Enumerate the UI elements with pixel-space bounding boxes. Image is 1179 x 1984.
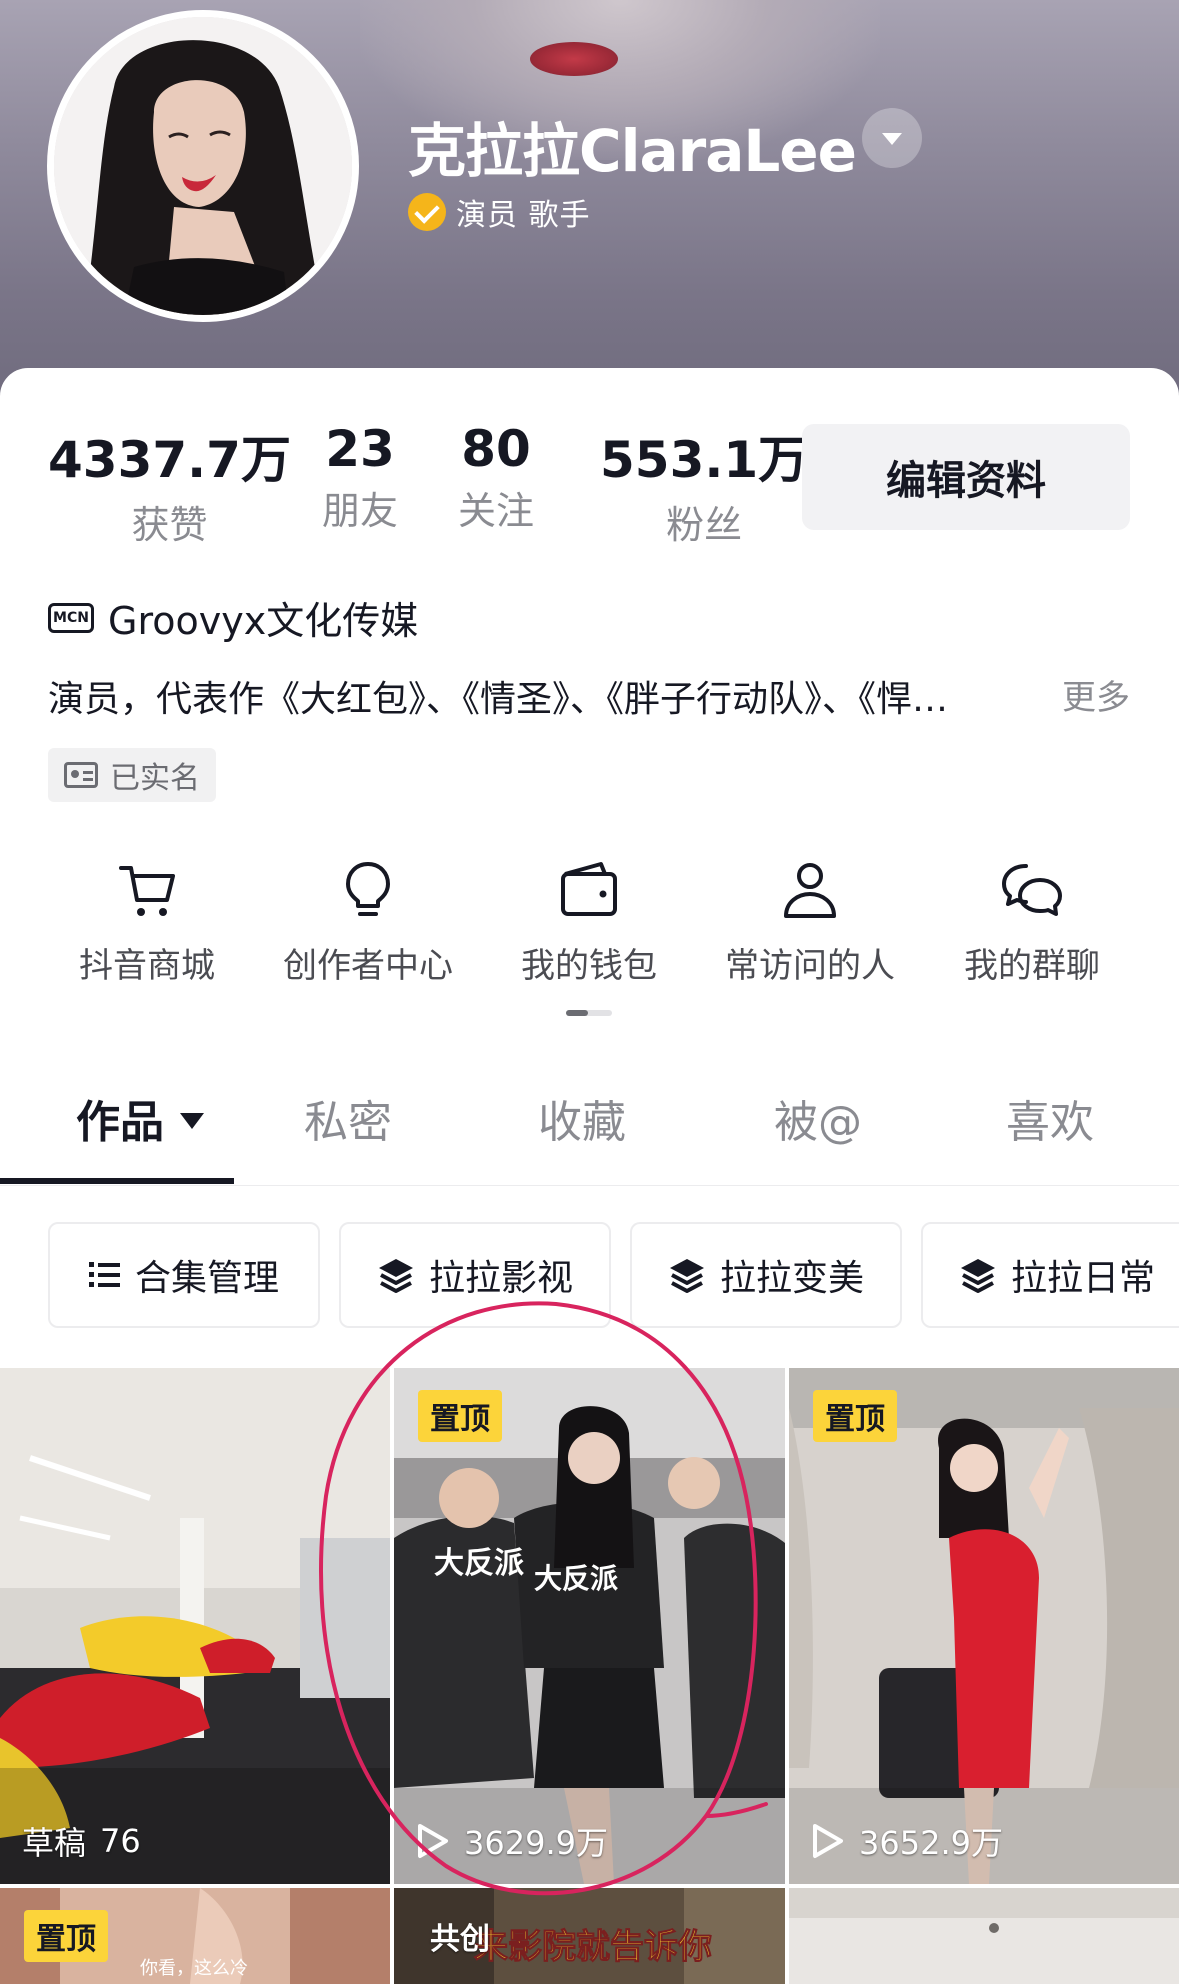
stat-friends[interactable]: 23 朋友: [322, 420, 398, 535]
collection-manage-chip[interactable]: 合集管理: [48, 1222, 320, 1328]
draft-info: 草稿 76: [22, 1818, 141, 1864]
play-count-icon: [416, 1822, 450, 1860]
tool-label: 我的钱包: [521, 946, 657, 986]
view-count: 3652.9万: [859, 1824, 1003, 1862]
chip-label: 合集管理: [134, 1258, 279, 1299]
chip-label: 拉拉日常: [1010, 1258, 1155, 1299]
tab-favorites[interactable]: 收藏: [538, 1086, 626, 1150]
video-tile[interactable]: 置顶 3652.9万: [789, 1368, 1179, 1884]
views-info: 3629.9万: [416, 1818, 608, 1864]
verification-text: 演员 歌手: [456, 198, 591, 233]
real-name-text: 已实名: [110, 761, 200, 796]
tab-works[interactable]: 作品: [76, 1086, 204, 1150]
stat-followers[interactable]: 553.1万 粉丝: [600, 420, 808, 549]
stat-likes[interactable]: 4337.7万 获赞: [48, 420, 291, 549]
stat-label: 关注: [458, 489, 535, 533]
tool-label: 常访问的人: [725, 946, 895, 986]
stat-value: 553.1万: [600, 431, 809, 489]
svg-text:大反派: 大反派: [534, 1563, 618, 1594]
layers-icon: [669, 1259, 704, 1293]
video-tile[interactable]: 你看，这么冷 置顶: [0, 1888, 390, 1984]
stats-row: 4337.7万 获赞 23 朋友 80 关注 553.1万 粉丝: [0, 420, 808, 547]
video-tile[interactable]: 大反派 大反派 置顶 3629.9万: [394, 1368, 785, 1884]
video-thumbnail: [789, 1888, 1179, 1984]
video-grid: 草稿 76 大反派 大反派 置顶 3629.9万 置顶 3652.9万 你看，这…: [0, 1368, 1179, 1984]
tool-shortcuts: 抖音商城 创作者中心 我的钱包 常访问的人 我的群聊: [0, 858, 1179, 1028]
wallet-icon: [561, 862, 617, 916]
edit-profile-button[interactable]: 编辑资料: [802, 424, 1130, 530]
layers-icon: [378, 1259, 413, 1293]
profile-card: 4337.7万 获赞 23 朋友 80 关注 553.1万 粉丝 编辑资料 MC…: [0, 368, 1179, 1984]
bio-row[interactable]: 演员，代表作《大红包》、《情圣》、《胖子行动队》、《悍… 更多: [48, 670, 1130, 722]
stat-value: 4337.7万: [48, 431, 291, 489]
verification-row: 演员 歌手: [408, 190, 591, 234]
mcn-name: Groovyx文化传媒: [108, 599, 419, 643]
video-tile[interactable]: 来影院就告诉你 共创: [394, 1888, 785, 1984]
tool-group-chats[interactable]: 我的群聊: [922, 858, 1142, 987]
id-card-icon: [64, 762, 98, 788]
mcn-icon: MCN: [48, 602, 94, 633]
cover-lips-detail: [530, 42, 618, 76]
draft-label: 草稿: [22, 1824, 87, 1862]
profile-page: 克拉拉ClaraLee 演员 歌手 4337.7万 获赞 23 朋友 80 关注…: [0, 0, 1179, 1984]
stat-label: 获赞: [131, 503, 208, 547]
views-info: 3652.9万: [811, 1818, 1003, 1864]
video-tile[interactable]: [789, 1888, 1179, 1984]
pinned-badge: 置顶: [813, 1390, 897, 1442]
tool-label: 我的群聊: [964, 946, 1100, 986]
tool-frequent-visitors[interactable]: 常访问的人: [700, 858, 920, 987]
tool-label: 创作者中心: [283, 946, 453, 986]
stat-label: 朋友: [322, 489, 399, 533]
stat-value: 80: [461, 420, 531, 478]
stat-value: 23: [325, 420, 395, 478]
real-name-badge: 已实名: [48, 748, 216, 802]
video-thumbnail: 大反派 大反派: [394, 1368, 785, 1884]
profile-name: 克拉拉ClaraLee: [408, 117, 857, 185]
pinned-badge: 置顶: [24, 1910, 108, 1962]
tab-label: 作品: [76, 1097, 164, 1148]
collection-chip-daily[interactable]: 拉拉日常: [921, 1222, 1179, 1328]
mcn-row[interactable]: MCN Groovyx文化传媒: [48, 590, 418, 645]
co-create-badge: 共创: [430, 1922, 490, 1957]
view-count: 3629.9万: [464, 1824, 608, 1862]
tool-douyin-mall[interactable]: 抖音商城: [37, 858, 257, 987]
chip-label: 拉拉影视: [428, 1258, 573, 1299]
bio-text: 演员，代表作《大红包》、《情圣》、《胖子行动队》、《悍…: [48, 679, 949, 720]
tool-label: 抖音商城: [79, 946, 215, 986]
stat-label: 粉丝: [666, 503, 743, 547]
person-icon: [784, 863, 836, 918]
tool-creator-center[interactable]: 创作者中心: [258, 858, 478, 987]
verified-check-icon: [408, 193, 446, 231]
pinned-badge: 置顶: [418, 1390, 502, 1442]
cart-icon: [119, 866, 175, 916]
chat-bubbles-icon: [1002, 864, 1062, 916]
video-tile-drafts[interactable]: 草稿 76: [0, 1368, 390, 1884]
svg-text:你看，这么冷: 你看，这么冷: [140, 1958, 248, 1978]
active-tab-underline: [0, 1178, 234, 1184]
account-switch-chevron-icon[interactable]: [862, 108, 922, 168]
tool-wallet[interactable]: 我的钱包: [479, 858, 699, 987]
avatar[interactable]: [47, 10, 359, 322]
svg-text:来影院就告诉你: 来影院就告诉你: [474, 1927, 712, 1966]
stat-following[interactable]: 80 关注: [458, 420, 534, 535]
collection-chip-beauty[interactable]: 拉拉变美: [630, 1222, 902, 1328]
tab-private[interactable]: 私密: [304, 1086, 392, 1150]
lightbulb-icon: [346, 862, 390, 916]
video-thumbnail: [0, 1368, 390, 1884]
tool-page-indicator: [566, 1010, 612, 1016]
collection-chips: 合集管理 拉拉影视 拉拉变美 拉拉日常: [0, 1222, 1179, 1332]
tab-mentions[interactable]: 被@: [774, 1086, 862, 1150]
collection-chip-film[interactable]: 拉拉影视: [339, 1222, 611, 1328]
layers-icon: [960, 1259, 995, 1293]
play-count-icon: [811, 1822, 845, 1860]
list-icon: [88, 1262, 120, 1287]
draft-count: 76: [100, 1822, 141, 1860]
svg-text:大反派: 大反派: [434, 1547, 524, 1580]
tab-likes[interactable]: 喜欢: [1006, 1086, 1094, 1150]
tab-dropdown-icon: [180, 1113, 204, 1129]
chip-label: 拉拉变美: [719, 1258, 864, 1299]
content-tabs: 作品 私密 收藏 被@ 喜欢: [0, 1058, 1179, 1186]
video-thumbnail: [789, 1368, 1179, 1884]
bio-more-link[interactable]: 更多: [1062, 670, 1130, 722]
